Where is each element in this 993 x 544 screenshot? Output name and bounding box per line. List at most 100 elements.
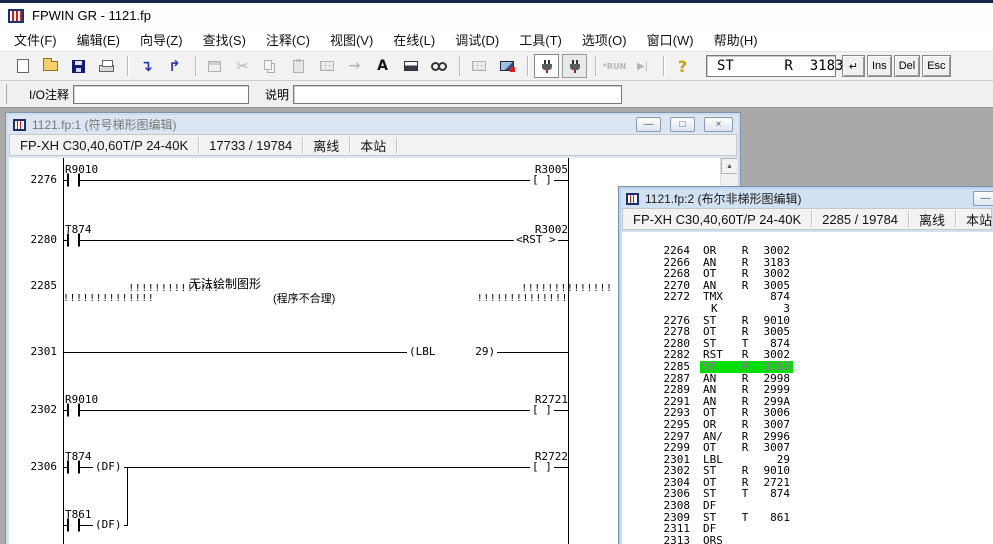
- download-to-plc-icon[interactable]: ↱: [162, 54, 187, 78]
- main-window-title: FPWIN GR - 1121.fp: [32, 8, 151, 23]
- esc-key[interactable]: Esc: [922, 55, 950, 77]
- paste-icon: [286, 54, 311, 78]
- menu-item-6[interactable]: 视图(V): [320, 27, 383, 52]
- rung-number: 2302: [11, 404, 57, 416]
- label-instruction[interactable]: (LBL 29): [407, 346, 497, 358]
- description-input[interactable]: [293, 85, 622, 104]
- del-key[interactable]: Del: [894, 55, 921, 77]
- register-monitor-icon: [202, 54, 227, 78]
- maximize-button[interactable]: □: [670, 117, 695, 132]
- ladder-window-titlebar[interactable]: 1121.fp:1 (符号梯形图编辑) — □ ×: [6, 113, 740, 134]
- rung-number: 2280: [11, 234, 57, 246]
- bool-row[interactable]: 2313ORS: [632, 535, 993, 544]
- toolbar-separator: [459, 56, 461, 76]
- plc-type: FP-XH C30,40,60T/P 24-40K: [623, 211, 812, 227]
- monitor-display-icon[interactable]: [494, 54, 519, 78]
- app-icon: [8, 9, 24, 23]
- document-icon: [626, 193, 639, 205]
- new-file-icon[interactable]: [10, 54, 35, 78]
- menu-item-4[interactable]: 查找(S): [193, 27, 256, 52]
- bool-row[interactable]: 2264ORR3002: [632, 245, 993, 257]
- enter-key[interactable]: ↵: [842, 55, 865, 77]
- step-counter: 2285 / 19784: [812, 211, 909, 227]
- df-instruction[interactable]: (DF): [93, 519, 124, 531]
- toolbar-separator: [527, 56, 529, 76]
- bool-row[interactable]: 2295ORR3007: [632, 419, 993, 431]
- menu-bar: 文件(F)编辑(E)向导(Z)查找(S)注释(C)视图(V)在线(L)调试(D)…: [0, 28, 993, 51]
- fpwin-gr-application: FPWIN GR - 1121.fp 文件(F)编辑(E)向导(Z)查找(S)注…: [0, 0, 993, 544]
- menu-item-11[interactable]: 窗口(W): [637, 27, 704, 52]
- run-mode-icon: *RUN: [602, 54, 627, 78]
- ladder-status-bar: FP-XH C30,40,60T/P 24-40K 17733 / 19784 …: [9, 134, 737, 156]
- scroll-up-button[interactable]: ▲: [721, 158, 737, 174]
- online-mode-icon[interactable]: [534, 54, 559, 78]
- rung-wire: [63, 180, 568, 181]
- menu-item-7[interactable]: 在线(L): [383, 27, 445, 52]
- df-instruction[interactable]: (DF): [93, 461, 124, 473]
- no-contact[interactable]: [67, 234, 80, 247]
- menu-item-1[interactable]: 文件(F): [4, 27, 67, 52]
- station: 本站: [956, 211, 993, 227]
- menu-item-3[interactable]: 向导(Z): [130, 27, 193, 52]
- menu-item-12[interactable]: 帮助(H): [704, 27, 768, 52]
- instruction-entry-field[interactable]: ST R 3183: [706, 55, 836, 77]
- bool-row[interactable]: 2308DF: [632, 500, 993, 512]
- bool-row[interactable]: K3: [632, 303, 993, 315]
- menu-item-8[interactable]: 调试(D): [445, 27, 509, 52]
- toolbar-separator: [195, 56, 197, 76]
- ins-key[interactable]: Ins: [867, 55, 892, 77]
- menu-item-2[interactable]: 编辑(E): [67, 27, 130, 52]
- io-comment-grid-icon: [466, 54, 491, 78]
- document-icon: [13, 119, 26, 131]
- main-titlebar[interactable]: FPWIN GR - 1121.fp: [0, 3, 993, 28]
- text-comment-icon[interactable]: A: [370, 54, 395, 78]
- output-coil[interactable]: [ ]: [530, 404, 554, 416]
- no-contact[interactable]: [67, 461, 80, 474]
- toolbar-separator: [127, 56, 129, 76]
- minimize-button[interactable]: —: [973, 191, 993, 206]
- cut-icon: ✂: [230, 54, 255, 78]
- bool-row[interactable]: 2299OTR3007: [632, 442, 993, 454]
- menu-item-5[interactable]: 注释(C): [256, 27, 320, 52]
- no-contact[interactable]: [67, 404, 80, 417]
- rung-number: 2301: [11, 346, 57, 358]
- bool-row[interactable]: 2272TMX874: [632, 291, 993, 303]
- help-icon[interactable]: ?: [670, 54, 695, 78]
- mdi-workspace: 1121.fp:1 (符号梯形图编辑) — □ × FP-XH C30,40,6…: [0, 108, 993, 544]
- rung-number: 2285: [11, 280, 57, 292]
- close-button[interactable]: ×: [704, 117, 733, 132]
- no-contact[interactable]: [67, 519, 80, 532]
- bool-row[interactable]: 2289ANR2999: [632, 384, 993, 396]
- bool-row[interactable]: 2278OTR3005: [632, 326, 993, 338]
- no-contact[interactable]: [67, 174, 80, 187]
- minimize-button[interactable]: —: [636, 117, 661, 132]
- output-coil[interactable]: [ ]: [530, 174, 554, 186]
- online-offline-state: 离线: [303, 137, 350, 153]
- save-file-icon[interactable]: [66, 54, 91, 78]
- rst-instruction[interactable]: <RST >: [514, 234, 558, 246]
- upload-from-plc-icon[interactable]: ↴: [134, 54, 159, 78]
- step-run-icon: ▶|: [630, 54, 655, 78]
- split-window-icon[interactable]: [398, 54, 423, 78]
- print-icon[interactable]: [94, 54, 119, 78]
- bool-row-selected[interactable]: 2285STR3183: [632, 361, 993, 373]
- offline-mode-icon[interactable]: [562, 54, 587, 78]
- copy-icon: [258, 54, 283, 78]
- open-file-icon[interactable]: [38, 54, 63, 78]
- boolean-window-titlebar[interactable]: 1121.fp:2 (布尔非梯形图编辑) —: [619, 187, 993, 208]
- menu-item-9[interactable]: 工具(T): [509, 27, 572, 52]
- rung-wire: [63, 410, 568, 411]
- draw-error-text: 无法绘制图形: [189, 275, 261, 292]
- station: 本站: [350, 137, 397, 153]
- error-marks-right: !!!!!!!!!!!!!!!!!!!!!!!!!!!!: [456, 274, 568, 314]
- io-comment-input[interactable]: [73, 85, 249, 104]
- toolbar-grip: [4, 84, 7, 104]
- boolean-status-bar: FP-XH C30,40,60T/P 24-40K 2285 / 19784 离…: [622, 208, 992, 230]
- boolean-editor-window: 1121.fp:2 (布尔非梯形图编辑) — FP-XH C30,40,60T/…: [618, 186, 993, 544]
- menu-item-10[interactable]: 选项(O): [572, 27, 637, 52]
- boolean-list-area[interactable]: 2264ORR30022266ANR31832268OTR30022270ANR…: [622, 232, 993, 544]
- ladder-window-title: 1121.fp:1 (符号梯形图编辑): [32, 116, 176, 133]
- output-coil[interactable]: [ ]: [530, 461, 554, 473]
- rung-number: 2306: [11, 461, 57, 473]
- find-icon[interactable]: [426, 54, 451, 78]
